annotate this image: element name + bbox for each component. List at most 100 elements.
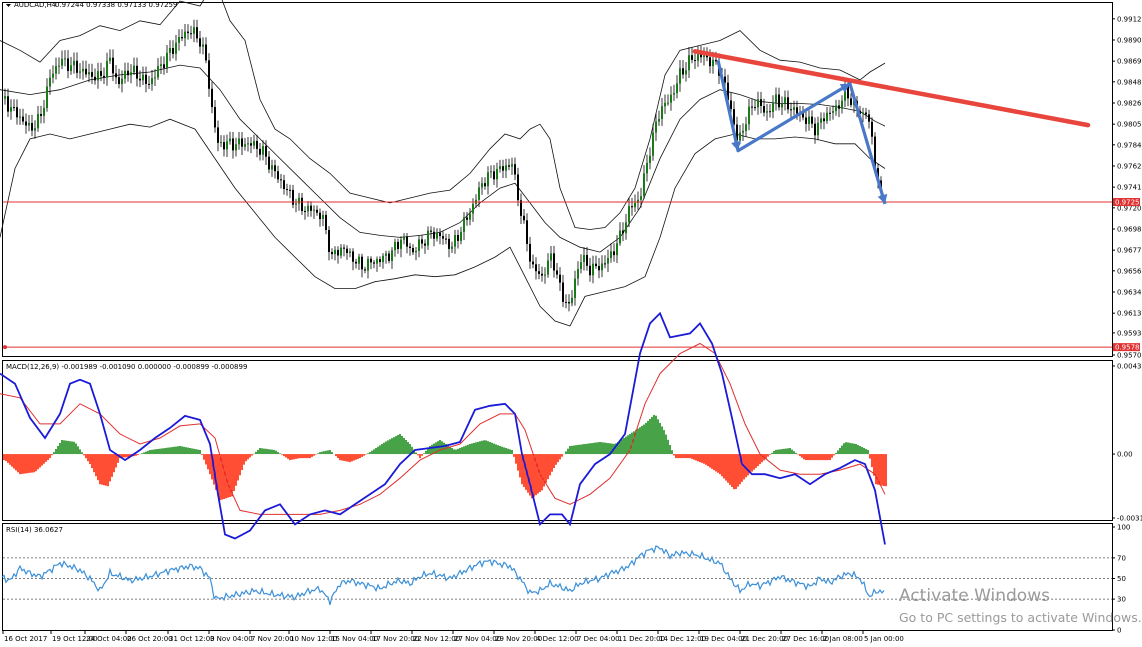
candle-body xyxy=(106,61,108,78)
candle-body xyxy=(79,71,81,73)
candle-body xyxy=(223,142,225,150)
candle-body xyxy=(640,196,642,200)
candle-body xyxy=(352,251,354,262)
candle-body xyxy=(382,255,384,263)
candle-body xyxy=(790,109,792,111)
candle-body xyxy=(814,123,816,136)
candle-body xyxy=(367,258,369,271)
rsi-tick-label: 100 xyxy=(1117,524,1130,532)
candle-body xyxy=(196,27,198,39)
candle-body xyxy=(610,251,612,258)
candle-body xyxy=(745,124,747,131)
candle-body xyxy=(331,252,333,255)
activate-windows-subtitle: Go to PC settings to activate Windows. xyxy=(899,610,1142,625)
candle-body xyxy=(649,155,651,163)
time-tick-label: 3 Nov 04:00 xyxy=(210,635,253,643)
candle-body xyxy=(850,98,852,105)
candle-body xyxy=(739,132,741,141)
candle-body xyxy=(67,58,69,71)
price-tick-label: 0.98265 xyxy=(1117,99,1142,107)
candle-body xyxy=(490,171,492,173)
candle-body xyxy=(100,71,102,76)
candle-body xyxy=(154,77,156,79)
candle-body xyxy=(556,270,558,275)
candle-body xyxy=(826,112,828,122)
line-anchor-dot xyxy=(3,345,7,350)
trading-chart[interactable]: 0.99120 0.98905 0.98690 0.98480 0.98265 0.980… xyxy=(0,0,1142,647)
candle-body xyxy=(262,146,264,155)
candle-body xyxy=(457,235,459,241)
candle-body xyxy=(514,164,516,175)
candle-body xyxy=(607,258,609,264)
candle-body xyxy=(433,231,435,239)
candle-body xyxy=(865,112,867,115)
rsi-tick-label: 30 xyxy=(1117,596,1126,604)
candle-body xyxy=(565,301,567,303)
candle-body xyxy=(628,206,630,223)
candle-body xyxy=(346,248,348,253)
candle-body xyxy=(526,220,528,244)
candle-body xyxy=(130,72,132,76)
candle-body xyxy=(121,78,123,85)
rsi-label: RSI(14) 36.0627 xyxy=(6,526,63,534)
candle-body xyxy=(748,106,750,125)
candle-body xyxy=(616,243,618,256)
candle-body xyxy=(124,70,126,79)
candle-body xyxy=(796,107,798,114)
candle-body xyxy=(694,60,696,61)
price-tick-label: 0.96130 xyxy=(1117,310,1142,318)
time-tick-label: 4 Dec 12:00 xyxy=(536,635,579,643)
ohlc-values: 0.97244 0.97338 0.97133 0.97259 xyxy=(55,1,177,9)
candle-body xyxy=(604,263,606,265)
price-tick-label: 0.96770 xyxy=(1117,247,1142,255)
time-tick-label: 2 Jan 08:00 xyxy=(823,635,863,643)
candle-body xyxy=(226,141,228,150)
candle-body xyxy=(772,102,774,112)
candle-body xyxy=(247,143,249,145)
rsi-tick-label: 70 xyxy=(1117,554,1126,562)
candle-body xyxy=(793,107,795,110)
candle-body xyxy=(712,59,714,67)
candle-body xyxy=(73,60,75,66)
candle-body xyxy=(823,118,825,122)
candle-body xyxy=(160,64,162,66)
candle-body xyxy=(322,214,324,219)
resistance-trendline xyxy=(692,49,1091,128)
macd-main-line xyxy=(0,311,886,545)
candle-body xyxy=(529,243,531,262)
price-label-text: 0.95785 xyxy=(1115,344,1142,352)
candle-body xyxy=(553,253,555,271)
candle-body xyxy=(88,72,90,75)
candle-body xyxy=(229,138,231,142)
candle-body xyxy=(709,57,711,67)
candle-body xyxy=(655,121,657,133)
candle-body xyxy=(304,211,306,212)
bollinger-middle-band xyxy=(0,64,886,253)
candle-body xyxy=(238,138,240,145)
candle-body xyxy=(811,116,813,124)
candle-body xyxy=(310,205,312,211)
candle-body xyxy=(664,102,666,107)
candle-body xyxy=(295,203,297,205)
macd-tick-label: 0.00438 xyxy=(1117,363,1142,371)
candle-body xyxy=(757,99,759,108)
candle-body xyxy=(343,247,345,249)
price-tick-label: 0.99120 xyxy=(1117,15,1142,23)
candle-body xyxy=(481,183,483,188)
candle-body xyxy=(439,232,441,237)
candle-body xyxy=(460,231,462,241)
candle-body xyxy=(349,251,351,253)
candle-body xyxy=(541,273,543,276)
candle-body xyxy=(97,71,99,81)
candle-body xyxy=(517,174,519,201)
candle-body xyxy=(358,256,360,264)
macd-panel: 0.00438 0.00 -0.00318 xyxy=(0,311,1142,545)
price-tick-label: 0.97625 xyxy=(1117,162,1142,170)
price-panel: 0.99120 0.98905 0.98690 0.98480 0.98265 0.980… xyxy=(0,0,1142,360)
candle-body xyxy=(829,112,831,114)
candle-body xyxy=(289,189,291,191)
candle-body xyxy=(871,121,873,137)
candle-body xyxy=(394,241,396,251)
candle-body xyxy=(4,96,6,99)
dropdown-triangle-icon[interactable] xyxy=(6,4,11,7)
